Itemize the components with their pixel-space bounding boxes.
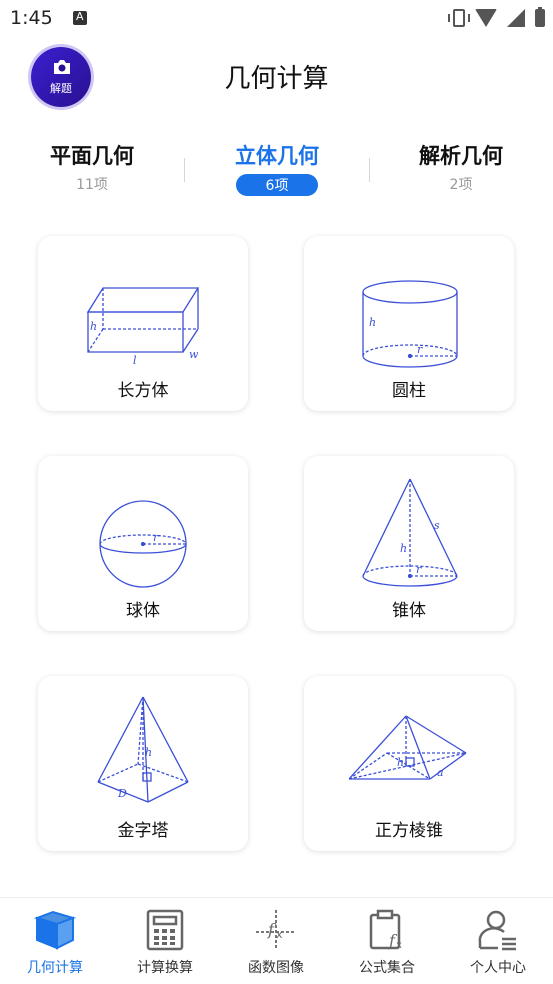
pyramid-h-label: h	[145, 746, 152, 759]
status-time: 1:45	[10, 7, 53, 29]
card-label: 球体	[126, 601, 160, 621]
card-cone[interactable]: h s r 锥体	[304, 456, 514, 631]
nav-label: 个人中心	[470, 960, 526, 976]
tab-name: 平面几何	[50, 144, 134, 168]
cuboid-figure: h l w	[86, 287, 200, 367]
nav-geometry[interactable]: 几何计算	[0, 898, 110, 984]
nav-profile[interactable]: 个人中心	[443, 898, 553, 984]
tab-solid-geometry[interactable]: 立体几何 6项	[207, 140, 347, 196]
svg-text:x: x	[276, 928, 283, 941]
cone-figure: h s r	[362, 478, 458, 587]
cylinder-h-label: h	[369, 316, 376, 329]
battery-icon	[535, 7, 545, 27]
clipboard-formula-icon: f x	[369, 909, 402, 951]
nav-function-graph[interactable]: f x 函数图像	[221, 898, 331, 984]
signal-icon	[507, 9, 525, 27]
cone-h-label: h	[400, 542, 407, 555]
vibrate-icon	[448, 9, 470, 27]
status-bar: 1:45	[0, 0, 553, 36]
tab-name: 解析几何	[419, 144, 503, 168]
cuboid-h-label: h	[90, 320, 97, 333]
sphere-figure: r	[99, 500, 187, 588]
calculator-icon	[146, 909, 184, 951]
nav-label: 公式集合	[359, 960, 415, 976]
card-label: 正方棱锥	[375, 821, 443, 841]
tab-count: 2项	[449, 177, 473, 193]
square-pyramid-a-label: a	[437, 766, 444, 779]
nav-label: 函数图像	[248, 960, 304, 976]
category-tabs: 平面几何 11项 立体几何 6项 解析几何 2项	[0, 140, 553, 200]
cube-icon	[33, 910, 77, 950]
notification-icon	[73, 10, 87, 25]
sphere-r-label: r	[153, 531, 159, 544]
tab-divider	[184, 158, 185, 182]
cylinder-r-label: r	[417, 343, 423, 356]
bottom-nav: 几何计算 计算换算 f x 函数图像 f x 公式集合 个人中心	[0, 897, 553, 984]
nav-calculator[interactable]: 计算换算	[110, 898, 220, 984]
cone-r-label: r	[416, 563, 422, 576]
card-pyramid[interactable]: h D 金字塔	[38, 676, 248, 851]
nav-formula-collection[interactable]: f x 公式集合	[332, 898, 442, 984]
page-title: 几何计算	[224, 64, 329, 94]
pyramid-figure: h D	[97, 696, 189, 803]
cuboid-l-label: l	[133, 354, 137, 367]
wifi-icon	[475, 9, 497, 27]
tab-count: 11项	[76, 177, 108, 193]
card-cuboid[interactable]: h l w 长方体	[38, 236, 248, 411]
status-icons	[448, 7, 545, 28]
card-cylinder[interactable]: h r 圆柱	[304, 236, 514, 411]
card-label: 长方体	[117, 381, 169, 401]
pyramid-d-label: D	[117, 787, 127, 800]
person-icon	[478, 910, 516, 951]
function-graph-icon: f x	[256, 910, 296, 950]
square-pyramid-figure: h a	[349, 715, 467, 780]
cone-s-label: s	[434, 519, 440, 532]
card-label: 锥体	[392, 601, 426, 621]
card-label: 圆柱	[392, 381, 426, 401]
nav-label: 计算换算	[137, 960, 193, 976]
cylinder-figure: h r	[362, 280, 458, 368]
card-sphere[interactable]: r 球体	[38, 456, 248, 631]
card-label: 金字塔	[117, 821, 169, 841]
square-pyramid-h-label: h	[397, 756, 404, 769]
svg-text:x: x	[396, 940, 402, 951]
nav-label: 几何计算	[27, 960, 83, 976]
tab-plane-geometry[interactable]: 平面几何 11项	[22, 140, 162, 194]
tab-name: 立体几何	[235, 144, 319, 168]
tab-count: 6项	[235, 174, 319, 196]
cuboid-w-label: w	[189, 348, 199, 361]
tab-divider	[369, 158, 370, 182]
tab-analytic-geometry[interactable]: 解析几何 2项	[391, 140, 531, 194]
card-square-pyramid[interactable]: h a 正方棱锥	[304, 676, 514, 851]
